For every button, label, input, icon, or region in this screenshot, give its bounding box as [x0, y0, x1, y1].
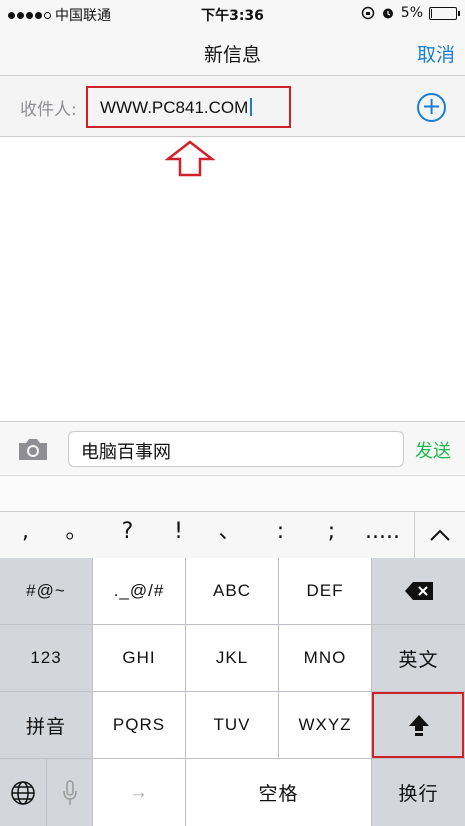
page-title: 新信息: [203, 44, 261, 66]
key-2[interactable]: ABC: [186, 558, 278, 624]
recipient-value: WWW.PC841.COM: [100, 98, 249, 117]
shift-highlight-box: [372, 692, 464, 758]
key-pinyin[interactable]: 拼音: [0, 692, 92, 758]
punct-key[interactable]: ;: [306, 512, 357, 558]
message-input[interactable]: 电脑百事网: [68, 431, 404, 467]
key-8[interactable]: TUV: [186, 692, 278, 758]
plus-circle-icon[interactable]: +: [417, 93, 446, 122]
send-button[interactable]: 发送: [415, 437, 451, 463]
punct-key[interactable]: :: [255, 512, 306, 558]
recipient-label: 收件人:: [20, 100, 77, 120]
punct-key[interactable]: 、: [204, 512, 255, 558]
key-1[interactable]: ._@/#: [93, 558, 185, 624]
key-english[interactable]: 英文: [372, 625, 465, 691]
key-symbols[interactable]: #@~: [0, 558, 92, 624]
key-7[interactable]: PQRS: [93, 692, 185, 758]
chevron-up-icon[interactable]: [414, 512, 465, 558]
punct-key[interactable]: .....: [357, 512, 408, 558]
cancel-button[interactable]: 取消: [417, 40, 455, 67]
nav-bar: 新信息 取消: [0, 28, 465, 76]
text-caret: [250, 98, 253, 116]
prediction-bar: [0, 475, 465, 512]
key-123[interactable]: 123: [0, 625, 92, 691]
punct-key[interactable]: 。: [51, 512, 102, 558]
punct-key[interactable]: !: [153, 512, 204, 558]
punctuation-row: , 。 ? ! 、 : ; .....: [0, 512, 465, 558]
key-4[interactable]: GHI: [93, 625, 185, 691]
message-area: [0, 138, 465, 421]
return-key[interactable]: 换行: [372, 759, 465, 826]
camera-icon[interactable]: [17, 436, 49, 462]
punct-key[interactable]: ?: [102, 512, 153, 558]
battery-icon: [429, 6, 460, 20]
rotation-lock-icon: [361, 6, 375, 20]
globe-key[interactable]: [0, 759, 46, 826]
delete-key[interactable]: [372, 558, 465, 624]
key-5[interactable]: JKL: [186, 625, 278, 691]
up-arrow-annotation-icon: [165, 140, 215, 177]
battery-percent: 5%: [400, 5, 423, 21]
globe-icon: [11, 780, 35, 805]
recipient-row: 收件人: WWW.PC841.COM +: [0, 77, 465, 137]
backspace-icon: [404, 582, 433, 600]
compose-bar: 电脑百事网 发送: [0, 421, 465, 475]
space-key[interactable]: 空格: [186, 759, 371, 826]
key-6[interactable]: MNO: [279, 625, 371, 691]
microphone-icon: [62, 779, 77, 805]
key-3[interactable]: DEF: [279, 558, 371, 624]
punct-key[interactable]: ,: [0, 512, 51, 558]
alarm-icon: [382, 8, 393, 19]
status-bar: 中国联通 下午3:36 5%: [0, 0, 465, 28]
recipient-input[interactable]: WWW.PC841.COM: [86, 86, 291, 128]
arrow-key[interactable]: →: [93, 759, 185, 826]
key-9[interactable]: WXYZ: [279, 692, 371, 758]
mic-key[interactable]: [47, 759, 92, 826]
